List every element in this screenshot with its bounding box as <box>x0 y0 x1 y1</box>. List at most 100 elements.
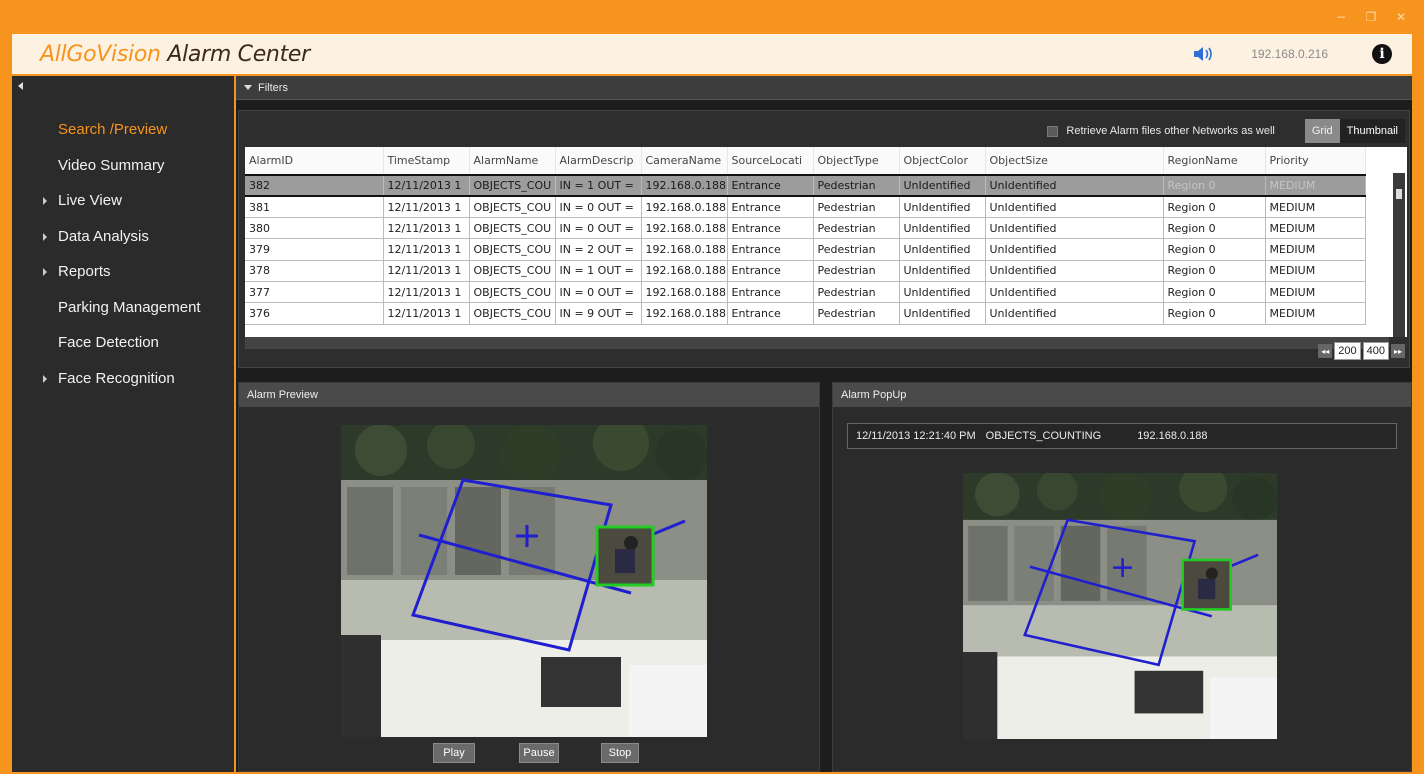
page-size-200[interactable]: 200 <box>1334 342 1361 360</box>
table-cell: UnIdentified <box>985 196 1164 219</box>
table-row[interactable]: 378 12/11/2013 1 OBJECTS_COU IN = 1 OUT = 19… <box>245 260 1366 282</box>
table-cell: 192.168.0.188 <box>641 281 728 304</box>
scrollbar-thumb[interactable] <box>1396 189 1402 199</box>
table-row[interactable]: 381 12/11/2013 1 OBJECTS_COU IN = 0 OUT = 19… <box>245 196 1366 219</box>
sidebar-item-parking-management[interactable]: Parking Management <box>12 290 234 326</box>
table-cell: 192.168.0.188 <box>641 217 728 240</box>
column-header[interactable]: ObjectSize <box>985 147 1164 175</box>
sidebar-item-data-analysis[interactable]: Data Analysis <box>12 219 234 255</box>
table-cell: 192.168.0.188 <box>641 302 728 325</box>
play-button[interactable]: Play <box>433 743 475 763</box>
table-cell: MEDIUM <box>1265 302 1366 325</box>
table-row[interactable]: 379 12/11/2013 1 OBJECTS_COU IN = 2 OUT = 19… <box>245 238 1366 261</box>
column-header[interactable]: ObjectColor <box>899 147 986 175</box>
column-header[interactable]: RegionName <box>1163 147 1266 175</box>
table-cell: Pedestrian <box>813 217 900 240</box>
sidebar-item-search-preview[interactable]: Search /Preview <box>12 112 234 148</box>
column-header[interactable]: AlarmID <box>245 147 384 175</box>
table-cell: UnIdentified <box>899 217 986 240</box>
speaker-icon[interactable] <box>1191 44 1217 64</box>
view-grid-button[interactable]: Grid <box>1304 119 1340 143</box>
column-header[interactable]: SourceLocati <box>727 147 814 175</box>
sidebar-item-face-recognition[interactable]: Face Recognition <box>12 361 234 397</box>
page-size-400[interactable]: 400 <box>1362 342 1389 360</box>
alarm-table-container: AlarmID TimeStamp AlarmName AlarmDescrip Cam… <box>245 147 1407 337</box>
table-cell: Entrance <box>727 302 814 325</box>
table-cell: Pedestrian <box>813 302 900 325</box>
expand-arrow-icon <box>43 232 47 241</box>
sidebar-nav: Search /Preview Video Summary Live View … <box>12 112 234 396</box>
table-cell: Pedestrian <box>813 173 900 198</box>
table-header-row: AlarmID TimeStamp AlarmName AlarmDescrip Cam… <box>245 147 1366 175</box>
restore-button[interactable]: ❐ <box>1356 4 1386 30</box>
table-cell: MEDIUM <box>1265 217 1366 240</box>
table-cell: 12/11/2013 1 <box>383 238 470 261</box>
sidebar-item-face-detection[interactable]: Face Detection <box>12 325 234 361</box>
table-cell: 192.168.0.188 <box>641 173 728 198</box>
column-header[interactable]: CameraName <box>641 147 728 175</box>
table-cell: 12/11/2013 1 <box>383 281 470 304</box>
sidebar-item-reports[interactable]: Reports <box>12 254 234 290</box>
table-row[interactable]: 382 12/11/2013 1 OBJECTS_COU IN = 1 OUT = 19… <box>245 173 1366 198</box>
table-cell: MEDIUM <box>1265 260 1366 282</box>
table-cell: 12/11/2013 1 <box>383 173 470 198</box>
view-mode-toggle: Grid Thumbnail <box>1304 119 1405 143</box>
table-row[interactable]: 380 12/11/2013 1 OBJECTS_COU IN = 0 OUT = 19… <box>245 217 1366 240</box>
pause-button[interactable]: Pause <box>519 743 559 763</box>
sidebar-item-live-view[interactable]: Live View <box>12 183 234 219</box>
column-header[interactable]: Priority <box>1265 147 1366 175</box>
sidebar-item-video-summary[interactable]: Video Summary <box>12 148 234 184</box>
sidebar-item-label: Parking Management <box>58 298 201 316</box>
popup-video-frame[interactable] <box>963 473 1277 739</box>
main-content: Filters Retrieve Alarm files other Netwo… <box>236 76 1412 772</box>
table-cell: OBJECTS_COU <box>469 260 556 282</box>
table-cell: IN = 0 OUT = <box>555 196 642 219</box>
column-header[interactable]: ObjectType <box>813 147 900 175</box>
table-cell: UnIdentified <box>985 260 1164 282</box>
sidebar-item-label: Search /Preview <box>58 121 168 139</box>
preview-video-frame[interactable] <box>341 425 707 737</box>
popup-alarm-entry[interactable]: 12/11/2013 12:21:40 PM OBJECTS_COUNTING … <box>847 423 1397 449</box>
table-cell: OBJECTS_COU <box>469 281 556 304</box>
table-cell: Region 0 <box>1163 217 1266 240</box>
table-cell: UnIdentified <box>899 281 986 304</box>
info-icon[interactable]: i <box>1372 44 1392 64</box>
vertical-scrollbar[interactable] <box>1393 173 1405 337</box>
table-cell: MEDIUM <box>1265 281 1366 304</box>
view-thumbnail-button[interactable]: Thumbnail <box>1339 119 1405 143</box>
previous-page-button[interactable]: ◂◂ <box>1318 344 1333 358</box>
table-row[interactable]: 377 12/11/2013 1 OBJECTS_COU IN = 0 OUT = 19… <box>245 281 1366 304</box>
column-header[interactable]: TimeStamp <box>383 147 470 175</box>
popup-camera: 192.168.0.188 <box>1137 430 1208 442</box>
table-cell: Pedestrian <box>813 196 900 219</box>
table-cell: IN = 1 OUT = <box>555 173 642 198</box>
table-cell: 12/11/2013 1 <box>383 196 470 219</box>
table-cell: Entrance <box>727 238 814 261</box>
collapse-sidebar-icon[interactable] <box>18 82 23 90</box>
table-row[interactable]: 376 12/11/2013 1 OBJECTS_COU IN = 9 OUT = 19… <box>245 302 1366 325</box>
table-cell: UnIdentified <box>899 302 986 325</box>
table-cell: IN = 1 OUT = <box>555 260 642 282</box>
table-cell: 376 <box>245 302 384 325</box>
stop-button[interactable]: Stop <box>601 743 639 763</box>
panel-title: Alarm Preview <box>239 383 819 407</box>
table-cell: Pedestrian <box>813 238 900 261</box>
table-cell: Region 0 <box>1163 281 1266 304</box>
filters-label: Filters <box>258 81 288 94</box>
table-cell: IN = 2 OUT = <box>555 238 642 261</box>
table-cell: IN = 9 OUT = <box>555 302 642 325</box>
close-button[interactable]: ✕ <box>1386 4 1416 30</box>
next-page-button[interactable]: ▸▸ <box>1391 344 1405 358</box>
horizontal-scrollbar[interactable] <box>245 337 1389 349</box>
sidebar: Search /Preview Video Summary Live View … <box>12 76 234 772</box>
filters-toggle[interactable]: Filters <box>236 76 1412 100</box>
table-cell: UnIdentified <box>899 173 986 198</box>
retrieve-other-networks-checkbox[interactable] <box>1047 125 1059 137</box>
minimize-button[interactable]: − <box>1326 4 1356 30</box>
expand-arrow-icon <box>43 268 47 276</box>
table-cell: UnIdentified <box>985 173 1164 198</box>
column-header[interactable]: AlarmName <box>469 147 556 175</box>
table-cell: Entrance <box>727 217 814 240</box>
table-cell: 12/11/2013 1 <box>383 260 470 282</box>
column-header[interactable]: AlarmDescrip <box>555 147 642 175</box>
